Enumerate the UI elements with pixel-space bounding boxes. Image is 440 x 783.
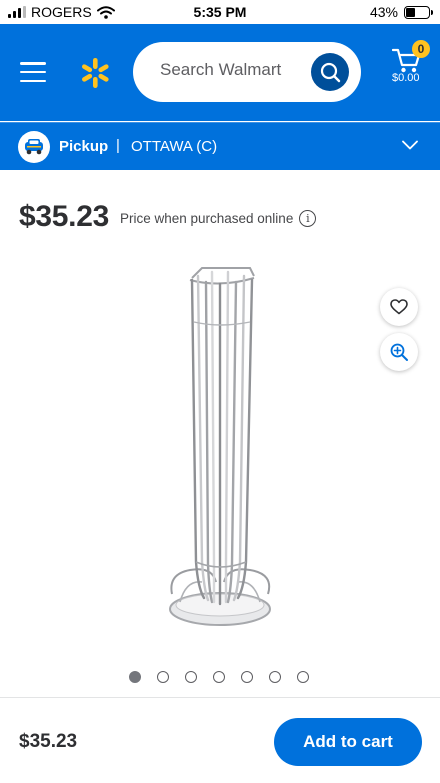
heart-icon (390, 299, 408, 315)
carousel-dot[interactable] (157, 671, 169, 683)
battery-fill (406, 7, 416, 17)
search-input[interactable] (160, 60, 300, 80)
hamburger-menu-icon[interactable] (20, 62, 46, 82)
cart-total: $0.00 (392, 72, 420, 84)
chevron-down-icon[interactable] (402, 140, 418, 150)
bottom-price: $35.23 (19, 731, 78, 752)
product-page: ROGERS 5:35 PM 43% Search Walmart 0 $0.0… (0, 0, 440, 783)
add-to-cart-button[interactable]: Add to cart (274, 718, 422, 766)
zoom-in-icon (390, 343, 408, 361)
pickup-location-selector[interactable]: Pickup | OTTAWA (C) (0, 122, 440, 170)
bottom-action-bar: $35.23 Add to cart (0, 697, 440, 783)
header: 0 $0.00 (0, 24, 440, 121)
pickup-label: Pickup (59, 138, 109, 155)
cart-count-badge: 0 (412, 40, 430, 58)
search-icon (320, 62, 341, 83)
battery-percent: 43% (369, 4, 398, 20)
carousel-dot[interactable] (269, 671, 281, 683)
search-button[interactable] (311, 53, 349, 91)
carousel-dot[interactable] (185, 671, 197, 683)
info-icon[interactable]: i (299, 210, 317, 227)
price-note: Price when purchased online (119, 211, 294, 226)
carousel-dot[interactable] (213, 671, 225, 683)
battery-icon (404, 5, 433, 19)
coffee-capsule-tower-image[interactable] (162, 262, 278, 637)
image-carousel-dots (129, 671, 309, 683)
favorite-button[interactable] (380, 288, 418, 326)
product-price: $35.23 (19, 200, 109, 233)
cart-button[interactable]: 0 $0.00 (388, 40, 430, 100)
pickup-location: OTTAWA (C) (131, 138, 218, 155)
status-bar: ROGERS 5:35 PM 43% (0, 0, 440, 24)
battery-group: 43% (369, 4, 433, 20)
search-bar[interactable] (133, 42, 361, 102)
carousel-dot[interactable] (241, 671, 253, 683)
carousel-dot[interactable] (297, 671, 309, 683)
pickup-van-icon (18, 131, 50, 163)
zoom-button[interactable] (380, 333, 418, 371)
walmart-spark-icon[interactable] (79, 57, 111, 89)
pickup-separator: | (116, 137, 120, 154)
price-row: $35.23 Price when purchased online i (19, 200, 317, 234)
carousel-dot[interactable] (129, 671, 141, 683)
